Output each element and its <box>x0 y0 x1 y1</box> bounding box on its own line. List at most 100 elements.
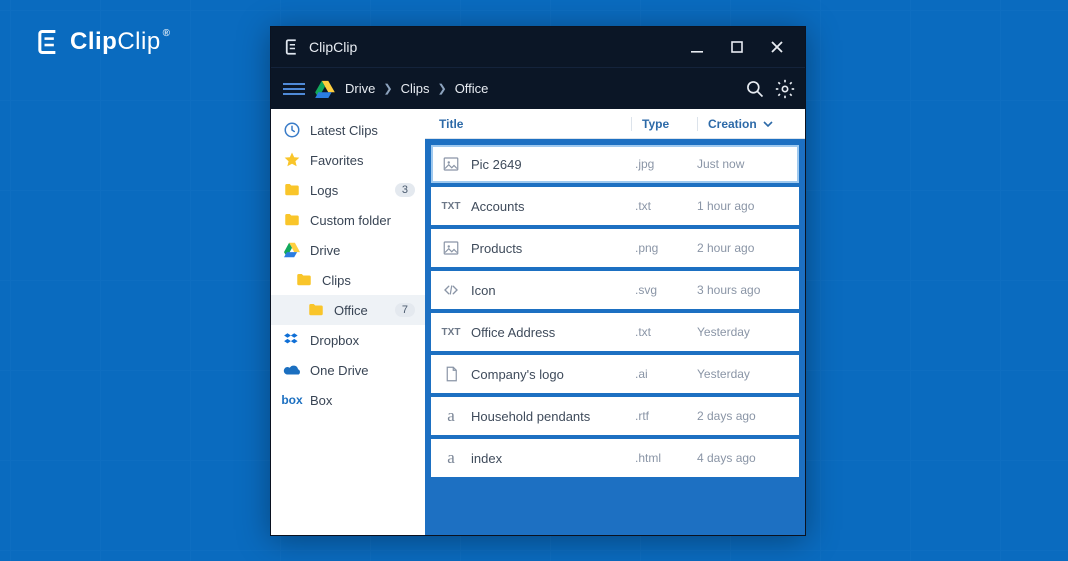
row-time: 2 hour ago <box>697 241 799 255</box>
row-title: Pic 2649 <box>471 157 635 172</box>
column-creation[interactable]: Creation <box>697 117 805 131</box>
breadcrumb-item[interactable]: Clips <box>401 81 430 96</box>
table-row[interactable]: Icon.svg3 hours ago <box>431 271 799 309</box>
img-icon <box>431 239 471 257</box>
clock-icon <box>283 121 301 139</box>
sidebar-item-label: Box <box>310 393 415 408</box>
search-button[interactable] <box>745 79 765 99</box>
column-creation-label: Creation <box>708 117 757 131</box>
minimize-button[interactable] <box>677 27 717 67</box>
folder-icon <box>283 181 301 199</box>
row-type: .png <box>635 241 697 255</box>
sidebar-item-dropbox[interactable]: Dropbox <box>271 325 425 355</box>
sidebar-item-office[interactable]: Office 7 <box>271 295 425 325</box>
row-title: Household pendants <box>471 409 635 424</box>
main-panel: Title Type Creation Pic 2649.jpgJust now… <box>425 109 805 535</box>
breadcrumb-item[interactable]: Office <box>455 81 489 96</box>
row-time: Just now <box>697 157 799 171</box>
row-type: .ai <box>635 367 697 381</box>
toolbar: Drive ❯ Clips ❯ Office <box>271 67 805 109</box>
badge: 3 <box>395 183 415 197</box>
column-title[interactable]: Title <box>425 117 631 131</box>
settings-button[interactable] <box>775 79 795 99</box>
sidebar-item-latest-clips[interactable]: Latest Clips <box>271 115 425 145</box>
maximize-button[interactable] <box>717 27 757 67</box>
row-type: .rtf <box>635 409 697 423</box>
row-title: Office Address <box>471 325 635 340</box>
folder-icon <box>307 301 325 319</box>
brand-logo: ClipClip® <box>34 28 171 56</box>
row-time: Yesterday <box>697 325 799 339</box>
sidebar-item-label: Custom folder <box>310 213 415 228</box>
code-icon <box>431 281 471 299</box>
row-title: Accounts <box>471 199 635 214</box>
table-row[interactable]: aindex.html4 days ago <box>431 439 799 477</box>
row-time: 1 hour ago <box>697 199 799 213</box>
dropbox-icon <box>283 331 301 349</box>
txt-icon: TXT <box>431 201 471 212</box>
star-icon <box>283 151 301 169</box>
table-row[interactable]: TXTAccounts.txt1 hour ago <box>431 187 799 225</box>
breadcrumb-item[interactable]: Drive <box>345 81 375 96</box>
sidebar-item-label: Latest Clips <box>310 123 415 138</box>
sidebar-item-label: Favorites <box>310 153 415 168</box>
sidebar-item-custom-folder[interactable]: Custom folder <box>271 205 425 235</box>
a-icon: a <box>431 406 471 426</box>
row-type: .txt <box>635 325 697 339</box>
sidebar-item-label: Clips <box>322 273 415 288</box>
badge: 7 <box>395 303 415 317</box>
sidebar-item-box[interactable]: box Box <box>271 385 425 415</box>
a-icon: a <box>431 448 471 468</box>
chevron-right-icon: ❯ <box>383 82 392 95</box>
sidebar: Latest Clips Favorites Logs 3 Custom folder D… <box>271 109 425 535</box>
img-icon <box>431 155 471 173</box>
app-window: ClipClip Drive ❯ Clips ❯ Office <box>270 26 806 536</box>
close-button[interactable] <box>757 27 797 67</box>
row-time: Yesterday <box>697 367 799 381</box>
box-icon: box <box>283 391 301 409</box>
brand-text: ClipClip® <box>70 28 171 56</box>
sidebar-item-label: Drive <box>310 243 415 258</box>
folder-icon <box>295 271 313 289</box>
sidebar-item-drive[interactable]: Drive <box>271 235 425 265</box>
table-row[interactable]: aHousehold pendants.rtf2 days ago <box>431 397 799 435</box>
sidebar-item-label: Logs <box>310 183 386 198</box>
sidebar-item-label: Dropbox <box>310 333 415 348</box>
sidebar-item-clips[interactable]: Clips <box>271 265 425 295</box>
table-row[interactable]: Pic 2649.jpgJust now <box>431 145 799 183</box>
clipclip-logo-icon <box>34 28 62 56</box>
row-title: Icon <box>471 283 635 298</box>
window-title: ClipClip <box>309 39 357 55</box>
row-type: .html <box>635 451 697 465</box>
menu-button[interactable] <box>283 83 305 95</box>
row-title: index <box>471 451 635 466</box>
txt-icon: TXT <box>431 327 471 338</box>
gdrive-icon <box>315 80 335 98</box>
sidebar-item-logs[interactable]: Logs 3 <box>271 175 425 205</box>
gdrive-icon <box>283 241 301 259</box>
row-title: Company's logo <box>471 367 635 382</box>
row-title: Products <box>471 241 635 256</box>
table-row[interactable]: Products.png2 hour ago <box>431 229 799 267</box>
table-row[interactable]: Company's logo.aiYesterday <box>431 355 799 393</box>
row-type: .svg <box>635 283 697 297</box>
app-icon <box>283 38 301 56</box>
sidebar-item-label: Office <box>334 303 386 318</box>
column-headers: Title Type Creation <box>425 109 805 139</box>
sidebar-item-favorites[interactable]: Favorites <box>271 145 425 175</box>
chevron-down-icon <box>763 119 773 129</box>
table-row[interactable]: TXTOffice Address.txtYesterday <box>431 313 799 351</box>
row-type: .jpg <box>635 157 697 171</box>
titlebar: ClipClip <box>271 27 805 67</box>
row-time: 2 days ago <box>697 409 799 423</box>
onedrive-icon <box>283 361 301 379</box>
folder-icon <box>283 211 301 229</box>
doc-icon <box>431 365 471 383</box>
sidebar-item-one-drive[interactable]: One Drive <box>271 355 425 385</box>
breadcrumb: Drive ❯ Clips ❯ Office <box>345 81 488 96</box>
chevron-right-icon: ❯ <box>437 82 446 95</box>
sidebar-item-label: One Drive <box>310 363 415 378</box>
row-time: 4 days ago <box>697 451 799 465</box>
file-list: Pic 2649.jpgJust nowTXTAccounts.txt1 hou… <box>425 139 805 535</box>
column-type[interactable]: Type <box>631 117 697 131</box>
